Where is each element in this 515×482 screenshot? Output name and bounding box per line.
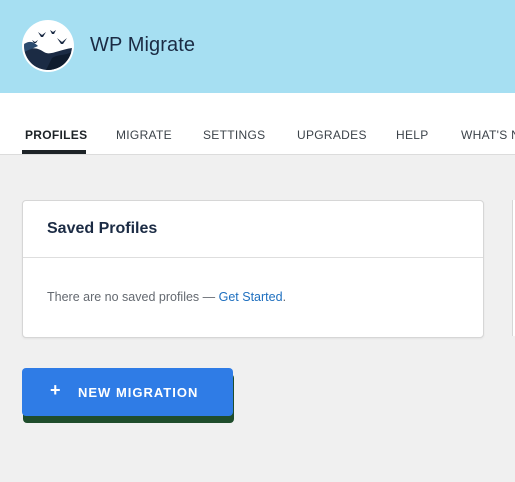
empty-text: There are no saved profiles — bbox=[47, 290, 219, 304]
tab-whats-new[interactable]: WHAT'S NEW bbox=[461, 128, 515, 142]
empty-text-trailing: . bbox=[282, 290, 287, 304]
tab-help[interactable]: HELP bbox=[396, 128, 429, 142]
plus-icon: + bbox=[50, 380, 61, 400]
get-started-link[interactable]: Get Started bbox=[219, 290, 283, 304]
new-migration-button[interactable]: + NEW MIGRATION bbox=[22, 368, 233, 416]
panel-title: Saved Profiles bbox=[47, 220, 158, 237]
wp-migrate-logo-icon bbox=[22, 20, 74, 72]
app-header: WP Migrate bbox=[0, 0, 515, 93]
tab-upgrades[interactable]: UPGRADES bbox=[297, 128, 367, 142]
panel-divider bbox=[23, 257, 483, 258]
app-title: WP Migrate bbox=[90, 34, 196, 56]
tab-profiles[interactable]: PROFILES bbox=[25, 128, 87, 142]
tab-migrate[interactable]: MIGRATE bbox=[116, 128, 172, 142]
new-migration-label: NEW MIGRATION bbox=[78, 385, 199, 400]
tab-bar: PROFILES MIGRATE SETTINGS UPGRADES HELP … bbox=[0, 93, 515, 155]
tab-settings[interactable]: SETTINGS bbox=[203, 128, 265, 142]
empty-profiles-message: There are no saved profiles — Get Starte… bbox=[47, 290, 286, 304]
active-tab-indicator bbox=[22, 150, 86, 154]
saved-profiles-panel: Saved Profiles There are no saved profil… bbox=[22, 200, 484, 338]
